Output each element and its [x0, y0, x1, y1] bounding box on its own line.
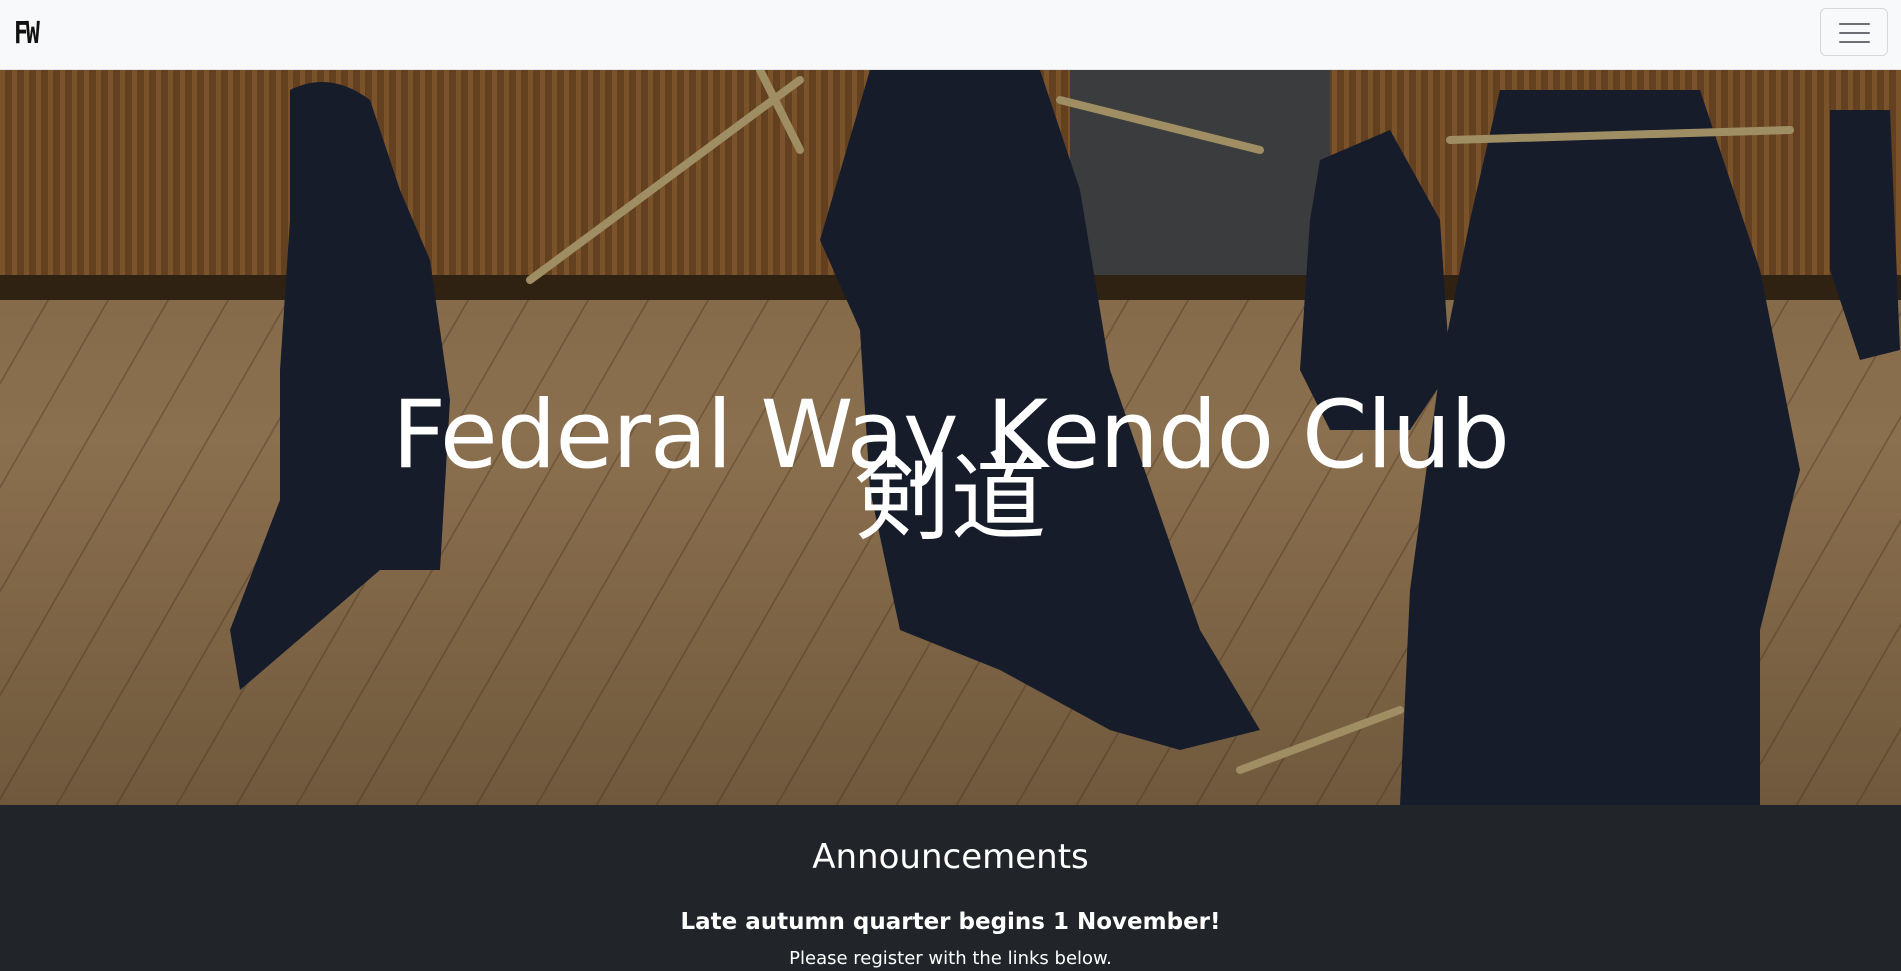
brand-logo[interactable]: FW	[14, 14, 40, 54]
announcement-headline: Late autumn quarter begins 1 November!	[680, 909, 1221, 935]
announcement-text: Please register with the links below.	[789, 948, 1112, 969]
announcements-heading: Announcements	[812, 837, 1089, 877]
menu-toggle-button[interactable]	[1820, 8, 1888, 56]
top-navbar: FW	[0, 0, 1901, 70]
hero-subtitle-kanji: 剣道	[854, 442, 1047, 554]
hero-banner: Federal Way Kendo Club 剣道	[0, 70, 1901, 805]
announcements-section: Announcements Late autumn quarter begins…	[0, 805, 1901, 969]
